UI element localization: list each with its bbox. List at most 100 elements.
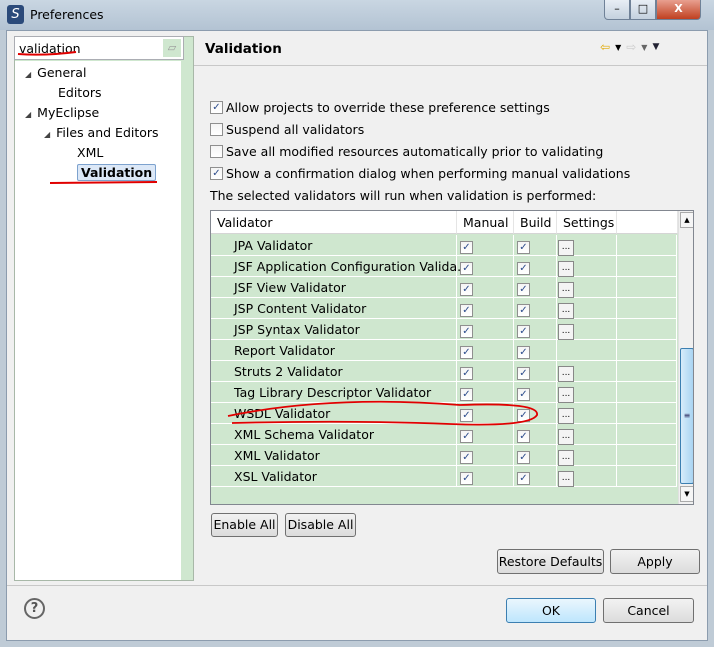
col-filler	[617, 211, 678, 234]
table-row[interactable]: XML Validator ✓ ✓...	[211, 445, 677, 466]
tree-item[interactable]: ◢ MyEclipse	[25, 105, 99, 120]
option-checkbox[interactable]: Save all modified resources automaticall…	[210, 144, 603, 159]
option-checkbox[interactable]: ✓ Allow projects to override these prefer…	[210, 100, 550, 115]
close-button[interactable]: X	[656, 0, 701, 20]
back-arrow-icon[interactable]: ⇦	[600, 40, 610, 54]
settings-button[interactable]: ...	[558, 261, 574, 277]
apply-button[interactable]: Apply	[610, 549, 700, 574]
scroll-thumb[interactable]: ≡	[680, 348, 693, 484]
ok-button[interactable]: OK	[506, 598, 596, 623]
forward-arrow-icon[interactable]: ⇨	[626, 40, 636, 54]
footer-separator	[7, 585, 707, 586]
col-validator[interactable]: Validator	[211, 211, 457, 234]
settings-button[interactable]: ...	[558, 282, 574, 298]
clear-filter-icon[interactable]: ▱	[163, 39, 181, 57]
forward-menu-icon[interactable]: ▼	[641, 43, 647, 52]
scroll-up-icon[interactable]: ▲	[680, 212, 693, 228]
view-menu-icon[interactable]: ▼	[652, 42, 659, 52]
validator-name: WSDL Validator	[211, 403, 457, 424]
scroll-down-icon[interactable]: ▼	[680, 486, 693, 502]
manual-checkbox[interactable]: ✓	[460, 346, 473, 359]
build-checkbox[interactable]: ✓	[517, 241, 530, 254]
enable-all-button[interactable]: Enable All	[211, 513, 278, 537]
validator-name: XML Schema Validator	[211, 424, 457, 445]
tree-item[interactable]: Editors	[58, 85, 102, 100]
help-icon[interactable]: ?	[24, 598, 45, 619]
col-manual[interactable]: Manual	[457, 211, 514, 234]
checkbox[interactable]	[210, 145, 223, 158]
settings-button[interactable]: ...	[558, 387, 574, 403]
settings-button[interactable]: ...	[558, 303, 574, 319]
build-checkbox[interactable]: ✓	[517, 325, 530, 338]
cancel-button[interactable]: Cancel	[603, 598, 694, 623]
checkbox[interactable]: ✓	[210, 101, 223, 114]
settings-button[interactable]: ...	[558, 471, 574, 487]
tree-item[interactable]: XML	[77, 145, 103, 160]
manual-checkbox[interactable]: ✓	[460, 388, 473, 401]
option-label: Allow projects to override these prefere…	[226, 100, 550, 115]
table-row[interactable]: JSP Content Validator ✓ ✓...	[211, 298, 677, 319]
settings-button[interactable]: ...	[558, 366, 574, 382]
table-row[interactable]: Struts 2 Validator ✓ ✓...	[211, 361, 677, 382]
table-scrollbar[interactable]: ▲ ≡ ▼	[678, 211, 693, 504]
build-checkbox[interactable]: ✓	[517, 283, 530, 296]
build-checkbox[interactable]: ✓	[517, 472, 530, 485]
manual-checkbox[interactable]: ✓	[460, 367, 473, 380]
settings-button[interactable]: ...	[558, 240, 574, 256]
checkbox[interactable]	[210, 123, 223, 136]
manual-checkbox[interactable]: ✓	[460, 262, 473, 275]
col-settings[interactable]: Settings	[557, 211, 617, 234]
table-row[interactable]: Tag Library Descriptor Validator ✓ ✓...	[211, 382, 677, 403]
manual-checkbox[interactable]: ✓	[460, 241, 473, 254]
tree-item[interactable]: ◢ Files and Editors	[44, 125, 159, 140]
col-build[interactable]: Build	[514, 211, 557, 234]
manual-checkbox[interactable]: ✓	[460, 283, 473, 296]
table-row[interactable]: Report Validator ✓ ✓	[211, 340, 677, 361]
table-row[interactable]: XSL Validator ✓ ✓...	[211, 466, 677, 487]
build-checkbox[interactable]: ✓	[517, 451, 530, 464]
tree-item[interactable]: ◢ General	[25, 65, 86, 80]
table-row[interactable]: WSDL Validator ✓ ✓...	[211, 403, 677, 424]
validator-name: JSF View Validator	[211, 277, 457, 298]
checkbox[interactable]: ✓	[210, 167, 223, 180]
validator-name: Struts 2 Validator	[211, 361, 457, 382]
settings-button[interactable]: ...	[558, 450, 574, 466]
build-checkbox[interactable]: ✓	[517, 367, 530, 380]
info-text: The selected validators will run when va…	[210, 188, 597, 203]
validator-name: Report Validator	[211, 340, 457, 361]
option-label: Save all modified resources automaticall…	[226, 144, 604, 159]
manual-checkbox[interactable]: ✓	[460, 325, 473, 338]
manual-checkbox[interactable]: ✓	[460, 409, 473, 422]
build-checkbox[interactable]: ✓	[517, 388, 530, 401]
manual-checkbox[interactable]: ✓	[460, 430, 473, 443]
manual-checkbox[interactable]: ✓	[460, 472, 473, 485]
maximize-button[interactable]: □	[630, 0, 656, 20]
table-row[interactable]: JSP Syntax Validator ✓ ✓...	[211, 319, 677, 340]
build-checkbox[interactable]: ✓	[517, 304, 530, 317]
build-checkbox[interactable]: ✓	[517, 346, 530, 359]
filter-input[interactable]: validation ▱	[14, 36, 184, 60]
disable-all-button[interactable]: Disable All	[285, 513, 356, 537]
back-menu-icon[interactable]: ▼	[615, 43, 621, 52]
table-row[interactable]: JSF View Validator ✓ ✓...	[211, 277, 677, 298]
option-checkbox[interactable]: ✓ Show a confirmation dialog when perform…	[210, 166, 630, 181]
settings-button[interactable]: ...	[558, 324, 574, 340]
minimize-button[interactable]: –	[604, 0, 630, 20]
expand-triangle-icon[interactable]: ◢	[25, 110, 31, 119]
table-row[interactable]: JSF Application Configuration Valida... ✓…	[211, 256, 677, 277]
manual-checkbox[interactable]: ✓	[460, 451, 473, 464]
build-checkbox[interactable]: ✓	[517, 430, 530, 443]
tree-item[interactable]: Validation	[77, 164, 157, 181]
expand-triangle-icon[interactable]: ◢	[44, 130, 50, 139]
table-row[interactable]: JPA Validator ✓ ✓...	[211, 235, 677, 256]
table-row[interactable]: XML Schema Validator ✓ ✓...	[211, 424, 677, 445]
manual-checkbox[interactable]: ✓	[460, 304, 473, 317]
settings-button[interactable]: ...	[558, 408, 574, 424]
restore-defaults-button[interactable]: Restore Defaults	[497, 549, 604, 574]
option-checkbox[interactable]: Suspend all validators	[210, 122, 364, 137]
settings-button[interactable]: ...	[558, 429, 574, 445]
build-checkbox[interactable]: ✓	[517, 409, 530, 422]
expand-triangle-icon[interactable]: ◢	[25, 70, 31, 79]
build-checkbox[interactable]: ✓	[517, 262, 530, 275]
window-title: Preferences	[30, 7, 104, 22]
